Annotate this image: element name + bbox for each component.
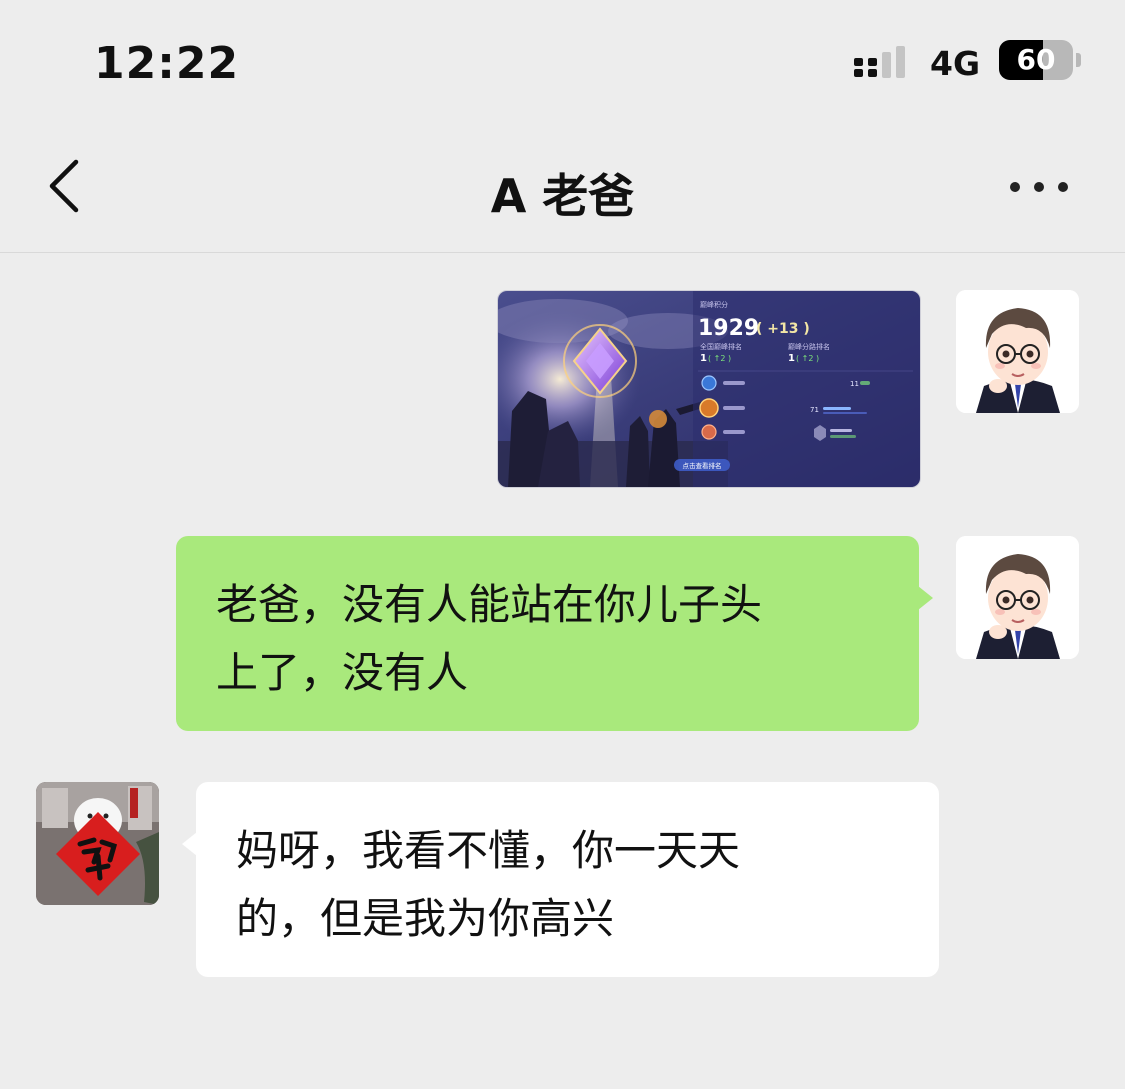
game-rank-b-delta: ( ↑2 ) xyxy=(796,354,819,363)
game-rank-image: 巅峰积分 1929 ( +13 ) 全国巅峰排名 巅峰分路排名 1 ( ↑2 )… xyxy=(498,291,920,487)
more-dot xyxy=(1034,182,1044,192)
chat-title: A 老爸 xyxy=(490,169,635,223)
message-line: 妈呀，我看不懂，你一天天 xyxy=(236,826,741,875)
network-type: 4G xyxy=(930,44,981,83)
message-line: 的，但是我为你高兴 xyxy=(236,894,615,943)
game-rank-b: 1 xyxy=(788,353,795,364)
more-dot xyxy=(1010,182,1020,192)
status-time: 12:22 xyxy=(94,38,240,89)
game-score-delta: ( +13 ) xyxy=(756,321,810,337)
svg-text:全国巅峰排名: 全国巅峰排名 xyxy=(700,342,742,351)
game-stat-2: 71 xyxy=(810,406,819,414)
my-avatar[interactable] xyxy=(956,290,1079,413)
signal-strength-icon xyxy=(854,46,905,78)
contact-avatar[interactable] xyxy=(36,782,159,905)
game-rank-a-delta: ( ↑2 ) xyxy=(708,354,731,363)
message-line: 老爸，没有人能站在你儿子头 xyxy=(216,580,763,629)
cartoon-man-avatar-icon xyxy=(956,536,1079,659)
chat-screen: 12:22 4G 60 A 老爸 巅峰积分 1929 (+13) 全国巅峰排… xyxy=(0,0,1125,1089)
cartoon-man-avatar-icon xyxy=(956,290,1079,413)
dog-fu-avatar-icon xyxy=(36,782,159,905)
chat-header: A 老爸 xyxy=(0,120,1125,253)
game-score: 1929 xyxy=(698,316,759,341)
contact-text-bubble[interactable]: 妈呀，我看不懂，你一天天 的，但是我为你高兴 xyxy=(182,782,939,977)
game-screenshot-message[interactable]: 巅峰积分 1929 ( +13 ) 全国巅峰排名 巅峰分路排名 1 ( ↑2 )… xyxy=(497,290,921,488)
more-dot xyxy=(1058,182,1068,192)
my-text-bubble[interactable]: 老爸，没有人能站在你儿子头 上了，没有人 xyxy=(176,536,933,731)
svg-text:巅峰分路排名: 巅峰分路排名 xyxy=(788,342,830,351)
message-line: 上了，没有人 xyxy=(216,648,469,697)
status-bar: 12:22 4G 60 xyxy=(0,0,1125,120)
svg-text:巅峰积分: 巅峰积分 xyxy=(700,300,728,309)
battery-tip xyxy=(1076,53,1081,67)
game-stat-1: 11 xyxy=(850,380,859,388)
game-button: 点击查看排名 xyxy=(683,461,722,470)
more-dots-icon[interactable] xyxy=(1004,172,1074,202)
game-rank-a: 1 xyxy=(700,353,707,364)
battery-level: 60 xyxy=(1016,43,1056,76)
battery-icon: 60 xyxy=(999,40,1073,80)
my-avatar[interactable] xyxy=(956,536,1079,659)
